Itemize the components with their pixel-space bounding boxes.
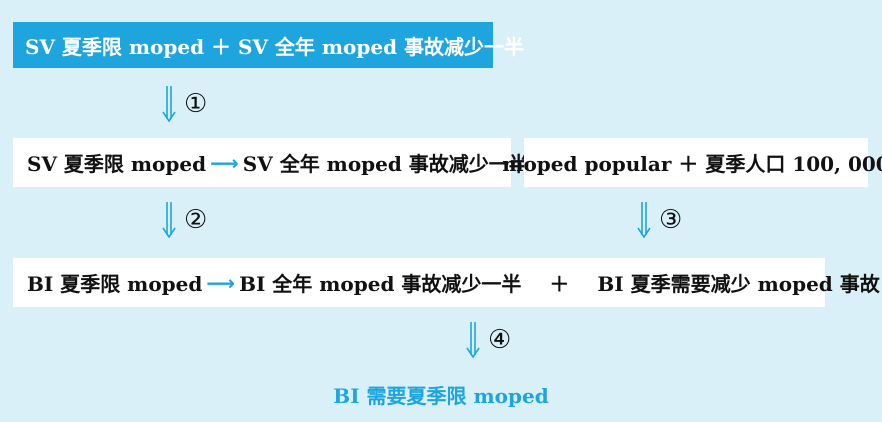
step-number-2: ②	[184, 205, 208, 235]
premise-box-top: SV 夏季限 moped ＋ SV 全年 moped 事故减少一半	[13, 22, 524, 68]
conclusion-text: BI 需要夏季限 moped	[333, 384, 549, 408]
bi-need-text: BI 夏季需要减少 moped 事故	[597, 272, 880, 296]
step-2-connector: ②	[162, 200, 207, 240]
step-1-connector: ①	[162, 84, 207, 124]
step-number-3: ③	[659, 205, 683, 235]
rule-sv-box: SV 夏季限 moped ⟶ SV 全年 moped 事故减少一半	[13, 138, 529, 187]
rule-bi-consequent: BI 全年 moped 事故减少一半	[239, 272, 522, 296]
rule-sv-antecedent: SV 夏季限 moped	[27, 152, 207, 176]
similarity-text: moped popular ＋ 夏季人口 100, 000	[502, 152, 882, 176]
step-number-1: ①	[184, 89, 208, 119]
down-double-arrow-icon	[466, 322, 480, 358]
down-double-arrow-icon	[162, 86, 176, 122]
rule-bi-antecedent: BI 夏季限 moped	[27, 272, 203, 296]
down-double-arrow-icon	[637, 202, 651, 238]
rule-bi-box: BI 夏季限 moped ⟶ BI 全年 moped 事故减少一半 ＋ BI 夏…	[13, 258, 880, 307]
right-arrow-icon: ⟶	[206, 270, 236, 295]
rule-sv-consequent: SV 全年 moped 事故减少一半	[242, 152, 529, 176]
similarity-box: moped popular ＋ 夏季人口 100, 000	[502, 138, 882, 187]
step-4-connector: ④	[466, 320, 511, 360]
premise-top-text: SV 夏季限 moped ＋ SV 全年 moped 事故减少一半	[25, 34, 525, 59]
down-double-arrow-icon	[162, 202, 176, 238]
plus-sign: ＋	[549, 272, 570, 296]
step-number-4: ④	[488, 325, 512, 355]
right-arrow-icon: ⟶	[210, 150, 239, 175]
step-3-connector: ③	[637, 200, 682, 240]
